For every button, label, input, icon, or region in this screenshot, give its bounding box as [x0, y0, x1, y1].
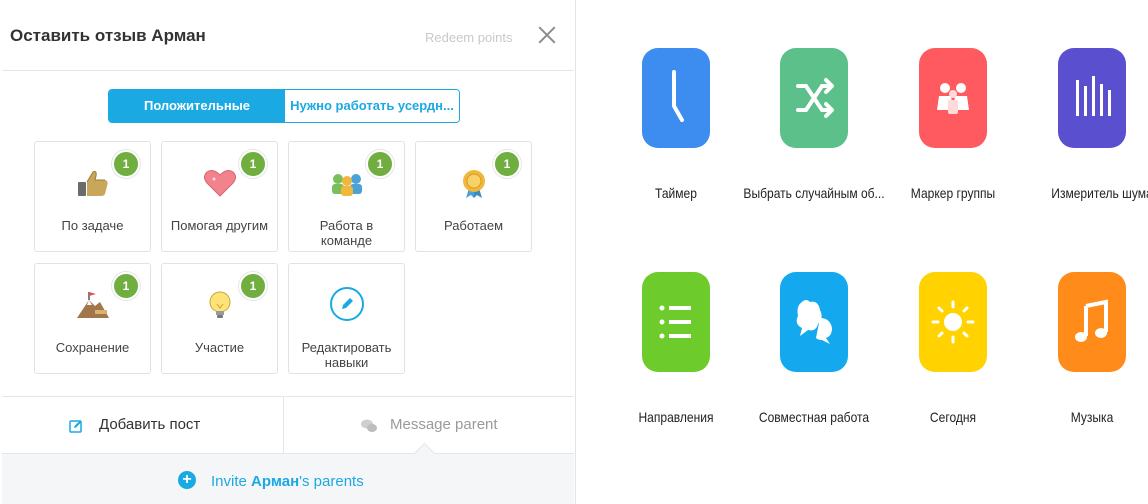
tool-label: Музыка [1070, 409, 1114, 425]
list-icon [659, 305, 691, 339]
music-note-icon [1075, 299, 1108, 342]
tool-label: Маркер группы [910, 185, 996, 201]
invite-parents-label: Invite Арман's parents [211, 473, 364, 490]
feedback-dialog: Оставить отзыв Арман Redeem points Полож… [2, 0, 576, 504]
sound-bars-icon [1076, 76, 1111, 116]
dialog-header: Оставить отзыв Арман Redeem points [2, 0, 574, 71]
plus-icon: + [178, 471, 196, 489]
random-tile[interactable] [780, 48, 848, 148]
edit-post-icon [69, 420, 82, 433]
mountain-flag-icon [77, 292, 109, 318]
today-tile[interactable] [919, 272, 987, 372]
skill-card-participation[interactable]: 1 Участие [161, 263, 278, 374]
redeem-points-link[interactable]: Redeem points [425, 30, 512, 45]
sun-icon [931, 300, 975, 344]
tool-label: Выбрать случайным об... [743, 185, 885, 201]
tab-positive[interactable]: Положительные [109, 90, 285, 122]
skill-label: Участие [194, 340, 245, 355]
skill-card-on-task[interactable]: 1 По задаче [34, 141, 151, 252]
timer-tile[interactable] [642, 48, 710, 148]
clock-hand-icon [672, 70, 684, 122]
skill-card-teamwork[interactable]: 1 Работа в команде [288, 141, 405, 252]
chat-bubbles-icon [796, 300, 832, 344]
tool-label: Направления [638, 409, 714, 425]
message-parent-button[interactable]: Message parent [284, 397, 574, 453]
points-badge: 1 [112, 150, 140, 178]
skill-card-persistence[interactable]: 1 Сохранение [34, 263, 151, 374]
add-post-label: Добавить пост [99, 416, 201, 433]
heart-icon [204, 170, 236, 197]
tool-label: Совместная работа [758, 409, 870, 425]
noise-tile[interactable] [1058, 48, 1126, 148]
tool-label: Сегодня [929, 409, 977, 425]
collaboration-tile[interactable] [780, 272, 848, 372]
invite-parents-button[interactable]: + Invite Арман's parents [2, 454, 574, 504]
chat-icon [361, 419, 377, 432]
message-parent-label: Message parent [390, 416, 498, 433]
feedback-type-toggle: Положительные Нужно работать усердн... [108, 89, 460, 123]
medal-icon [463, 170, 485, 198]
action-bar: Добавить пост Message parent [2, 396, 574, 454]
dialog-title: Оставить отзыв Арман [10, 26, 206, 45]
tool-label: Таймер [655, 185, 697, 201]
skill-label: Редактировать навыки [301, 340, 392, 370]
group-tile[interactable] [919, 48, 987, 148]
thumbs-up-icon [78, 171, 108, 196]
shuffle-icon [796, 78, 834, 118]
directions-tile[interactable] [642, 272, 710, 372]
add-post-button[interactable]: Добавить пост [2, 397, 284, 453]
close-icon[interactable] [536, 24, 558, 46]
pencil-icon [330, 287, 364, 321]
skill-card-working[interactable]: 1 Работаем [415, 141, 532, 252]
points-badge: 1 [366, 150, 394, 178]
edit-skills-card[interactable]: Редактировать навыки [288, 263, 405, 374]
skill-label: Работа в команде [319, 218, 374, 248]
music-tile[interactable] [1058, 272, 1126, 372]
team-icon [332, 174, 362, 196]
skill-label: Работаем [443, 218, 504, 233]
points-badge: 1 [239, 150, 267, 178]
group-people-icon [937, 83, 969, 114]
skill-label: По задаче [61, 218, 124, 233]
skill-label: Сохранение [55, 340, 130, 355]
tab-needs-work[interactable]: Нужно работать усердн... [285, 90, 459, 122]
points-badge: 1 [112, 272, 140, 300]
tool-label: Измеритель шума [1051, 185, 1148, 201]
skill-card-helping-others[interactable]: 1 Помогая другим [161, 141, 278, 252]
points-badge: 1 [239, 272, 267, 300]
lightbulb-icon [209, 291, 231, 318]
skill-label: Помогая другим [170, 218, 269, 233]
points-badge: 1 [493, 150, 521, 178]
